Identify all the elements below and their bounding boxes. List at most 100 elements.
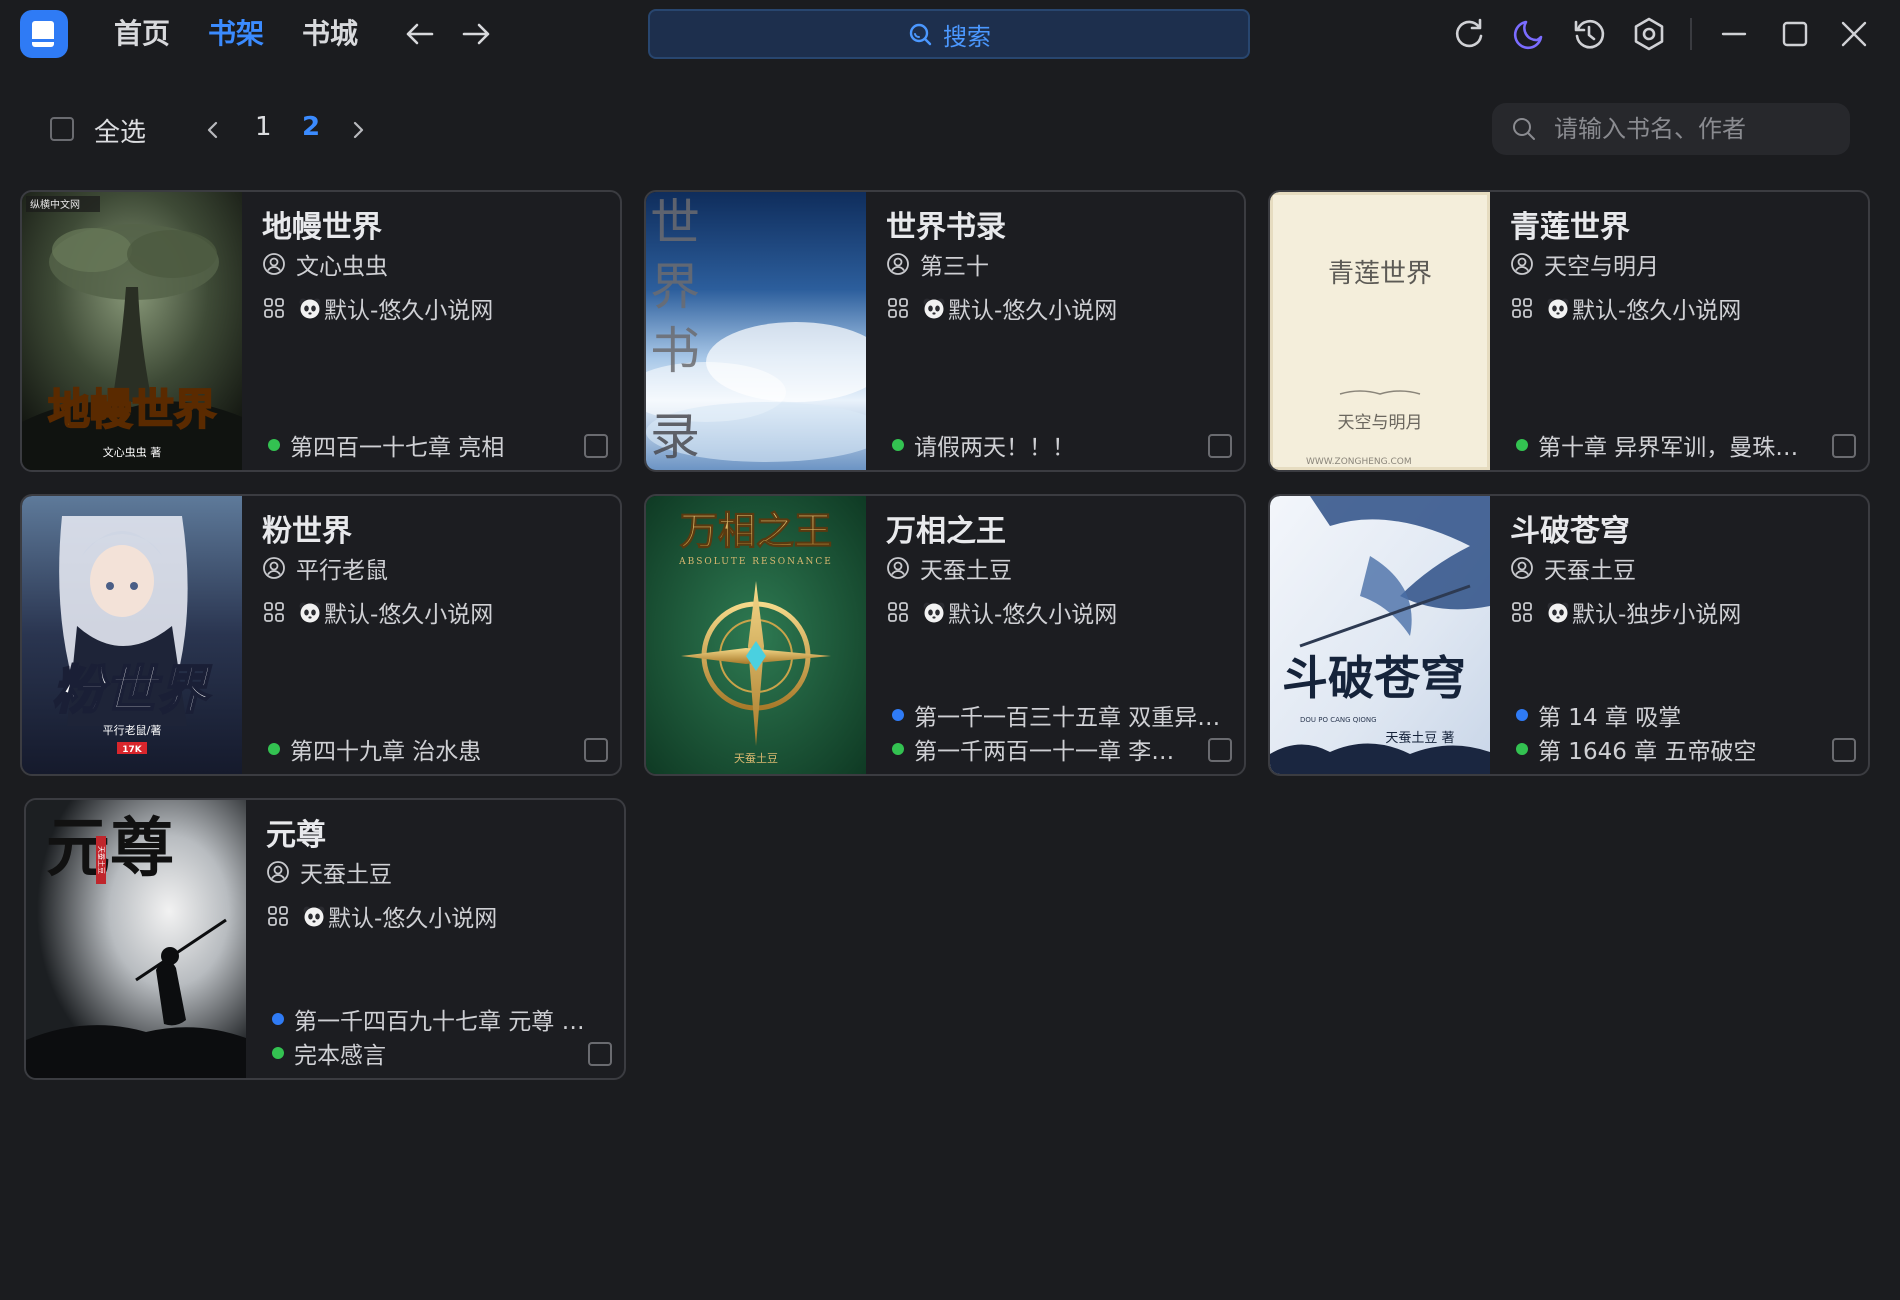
cover-badge-text: 17K	[122, 745, 143, 755]
cover-title-text: 元尊	[46, 811, 174, 886]
book-author: 天蚕土豆	[300, 862, 392, 888]
book-card[interactable]: 世 界 书 录 世界书录 第三十 默认-悠久小说网 请假两天！！！	[644, 190, 1246, 472]
toolbar-divider	[1690, 18, 1692, 50]
back-arrow-icon[interactable]	[400, 14, 440, 54]
cover-title-text: 斗破苍穹	[1282, 651, 1466, 705]
book-filter-field[interactable]	[1492, 103, 1850, 155]
book-source: 默认-独步小说网	[1572, 602, 1742, 628]
book-cover-image: 元尊 天蚕土豆	[26, 800, 246, 1078]
book-card[interactable]: 纵横中文网 地幔世界 文心虫虫 著 地幔世界 文心虫虫 默认-悠久小说网 第四百…	[20, 190, 622, 472]
page-number-2[interactable]: 2	[302, 112, 320, 142]
history-icon[interactable]	[1569, 14, 1609, 54]
book-card[interactable]: 元尊 天蚕土豆 元尊 天蚕土豆 默认-悠久小说网 第一千四百九十七章 元尊 … …	[24, 798, 626, 1080]
chapter-text: 第四十九章 治水患	[290, 739, 482, 765]
book-select-checkbox[interactable]	[1208, 434, 1232, 458]
book-source-row: 默认-悠久小说网	[262, 292, 493, 324]
title-bar: 首页 书架 书城 搜索	[0, 0, 1900, 70]
user-icon	[1510, 556, 1534, 580]
dark-mode-moon-icon[interactable]	[1509, 14, 1549, 54]
status-dot-green	[1516, 743, 1528, 755]
book-author-row: 天蚕土豆	[1510, 552, 1636, 584]
chapter-text: 第 1646 章 五帝破空	[1538, 739, 1757, 765]
book-author-row: 天空与明月	[1510, 248, 1659, 280]
chapter-latest: 第 1646 章 五帝破空	[1516, 732, 1868, 766]
book-cover-image: 粉世界 平行老鼠/著 17K	[22, 496, 242, 774]
close-icon[interactable]	[1834, 14, 1874, 54]
chapter-latest: 请假两天！！！	[892, 428, 1244, 462]
user-icon	[1510, 252, 1534, 276]
book-select-checkbox[interactable]	[1832, 738, 1856, 762]
chapter-latest: 第一千两百一十一章 李…	[892, 732, 1244, 766]
cover-site-text: WWW.ZONGHENG.COM	[1306, 457, 1412, 467]
book-card[interactable]: 斗破苍穹 DOU PO CANG QIONG 天蚕土豆 著 斗破苍穹 天蚕土豆 …	[1268, 494, 1870, 776]
book-source-row: 默认-悠久小说网	[1510, 292, 1741, 324]
book-source: 默认-悠久小说网	[948, 602, 1118, 628]
book-source-row: 默认-悠久小说网	[886, 596, 1117, 628]
book-author: 平行老鼠	[296, 558, 388, 584]
book-select-checkbox[interactable]	[1832, 434, 1856, 458]
grid-icon	[262, 600, 286, 624]
book-source: 默认-悠久小说网	[324, 298, 494, 324]
book-select-checkbox[interactable]	[1208, 738, 1232, 762]
book-source: 默认-悠久小说网	[1572, 298, 1742, 324]
cover-title-char: 录	[650, 408, 700, 466]
chapter-text: 请假两天！！！	[914, 435, 1075, 461]
book-card[interactable]: 万相之王 ABSOLUTE RESONANCE 天蚕土豆 万相之王 天蚕土豆 默…	[644, 494, 1246, 776]
nav-bookstore[interactable]: 书城	[302, 12, 358, 56]
book-title: 青莲世界	[1510, 210, 1630, 245]
next-page-icon[interactable]	[344, 116, 372, 144]
book-select-checkbox[interactable]	[584, 738, 608, 762]
cover-author-text: 平行老鼠/著	[103, 723, 162, 737]
chapter-current: 第一千一百三十五章 双重异…	[892, 698, 1244, 732]
book-source: 默认-悠久小说网	[324, 602, 494, 628]
panda-icon	[302, 904, 326, 928]
status-dot-green	[268, 743, 280, 755]
settings-gear-icon[interactable]	[1629, 14, 1669, 54]
book-select-checkbox[interactable]	[588, 1042, 612, 1066]
search-label: 搜索	[943, 22, 991, 51]
select-all-checkbox[interactable]	[50, 117, 74, 141]
user-icon	[262, 556, 286, 580]
book-cover-image: 纵横中文网 地幔世界 文心虫虫 著	[22, 192, 242, 470]
book-card[interactable]: 粉世界 平行老鼠/著 17K 粉世界 平行老鼠 默认-悠久小说网 第四十九章 治…	[20, 494, 622, 776]
page-number-1[interactable]: 1	[255, 112, 272, 142]
book-author-row: 天蚕土豆	[266, 856, 392, 888]
book-cover-image: 青莲世界 天空与明月 WWW.ZONGHENG.COM	[1270, 192, 1490, 470]
global-search-button[interactable]: 搜索	[648, 9, 1250, 59]
panda-icon	[298, 296, 322, 320]
book-card[interactable]: 青莲世界 天空与明月 WWW.ZONGHENG.COM 青莲世界 天空与明月 默…	[1268, 190, 1870, 472]
book-source-row: 默认-悠久小说网	[262, 596, 493, 628]
chapter-text: 第一千四百九十七章 元尊 …	[294, 1009, 585, 1035]
cover-seal-text: 天蚕土豆	[97, 846, 106, 874]
book-select-checkbox[interactable]	[584, 434, 608, 458]
forward-arrow-icon[interactable]	[456, 14, 496, 54]
book-author-row: 第三十	[886, 248, 989, 280]
book-filter-input[interactable]	[1552, 114, 1836, 144]
cover-badge-text: 纵横中文网	[30, 198, 80, 211]
chapter-latest: 第四百一十七章 亮相	[268, 428, 620, 462]
select-all-label[interactable]: 全选	[94, 112, 146, 149]
grid-icon	[886, 600, 910, 624]
nav-bookshelf[interactable]: 书架	[208, 12, 264, 56]
book-title: 斗破苍穹	[1510, 514, 1630, 549]
book-author: 文心虫虫	[296, 254, 388, 280]
nav-home[interactable]: 首页	[114, 12, 170, 56]
book-title: 元尊	[266, 818, 326, 853]
book-cover-image: 世 界 书 录	[646, 192, 866, 470]
cover-author-text: 天空与明月	[1338, 413, 1423, 433]
chapter-text: 完本感言	[294, 1043, 386, 1069]
prev-page-icon[interactable]	[199, 116, 227, 144]
grid-icon	[1510, 600, 1534, 624]
user-icon	[266, 860, 290, 884]
minimize-icon[interactable]	[1714, 14, 1754, 54]
user-icon	[886, 252, 910, 276]
cover-subtitle-text: ABSOLUTE RESONANCE	[678, 557, 833, 567]
book-title: 地幔世界	[262, 210, 382, 245]
cover-author-text: 天蚕土豆	[734, 752, 778, 765]
refresh-icon[interactable]	[1449, 14, 1489, 54]
grid-icon	[1510, 296, 1534, 320]
user-icon	[886, 556, 910, 580]
book-author: 第三十	[920, 254, 989, 280]
book-cover-image: 万相之王 ABSOLUTE RESONANCE 天蚕土豆	[646, 496, 866, 774]
maximize-icon[interactable]	[1775, 14, 1815, 54]
